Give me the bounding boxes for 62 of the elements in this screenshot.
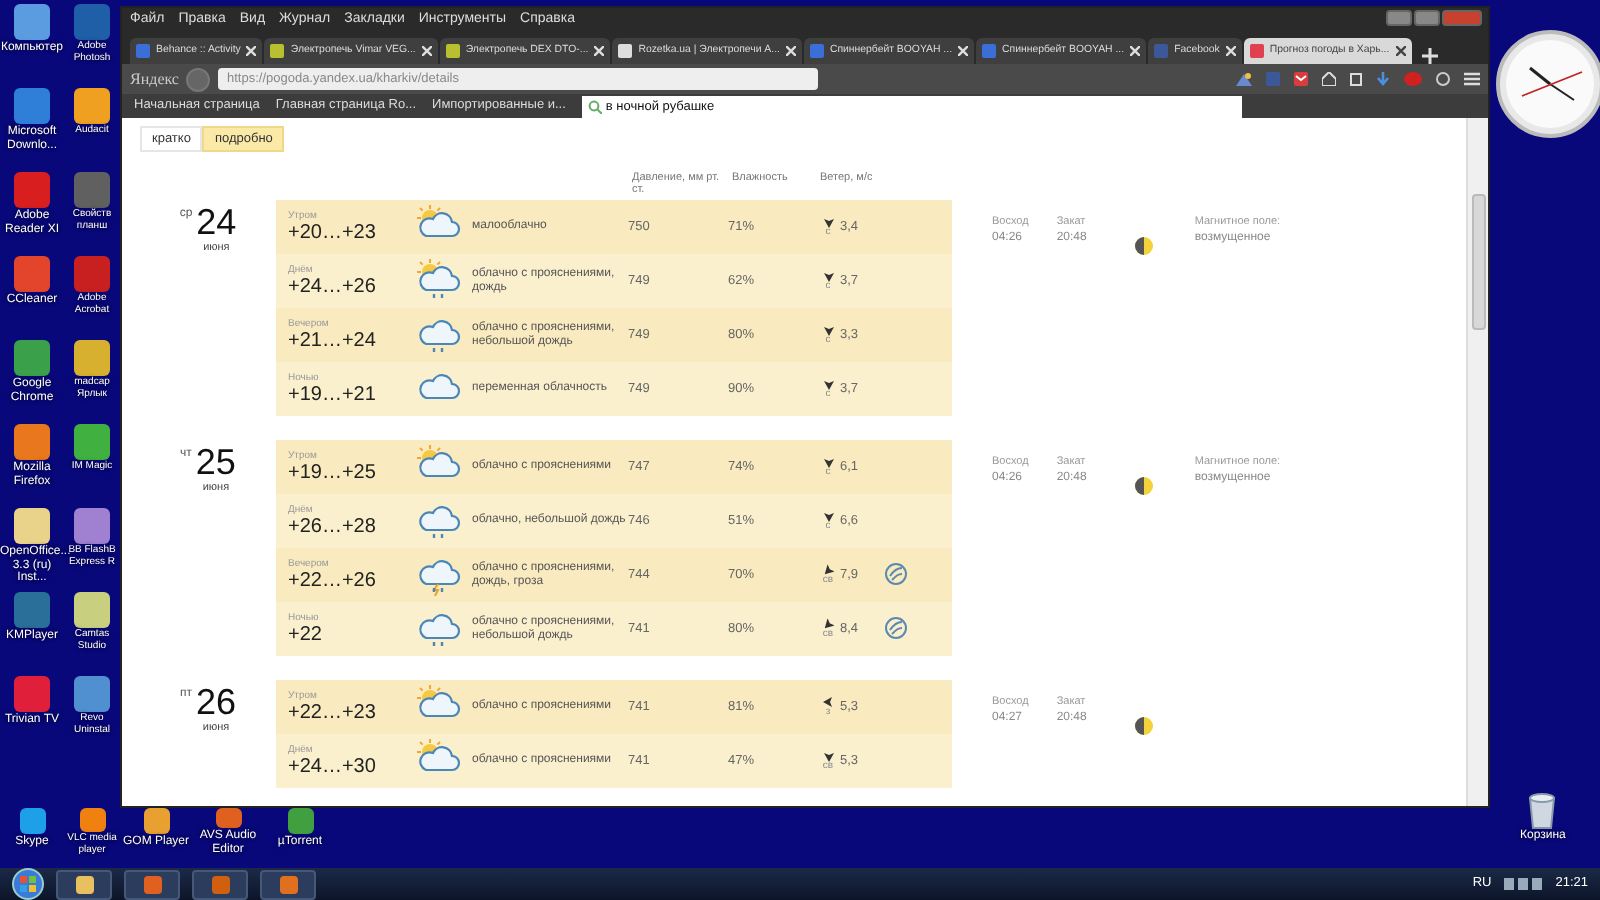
app-icon[interactable] [74, 88, 110, 124]
site-icon [1154, 44, 1169, 58]
app-icon[interactable] [74, 592, 110, 628]
temperature: +22…+26 [288, 570, 378, 592]
close-icon[interactable] [1395, 46, 1406, 56]
app-icon[interactable] [287, 808, 313, 834]
app-icon[interactable] [14, 256, 50, 292]
search-engine-logo: Яндекс [130, 67, 179, 91]
moon-phase-icon [1134, 715, 1155, 736]
plus-icon[interactable] [1421, 48, 1438, 64]
app-icon[interactable] [74, 340, 110, 376]
app-icon[interactable] [14, 340, 50, 376]
tray-icons[interactable] [1503, 876, 1544, 892]
download-icon[interactable] [1376, 72, 1390, 86]
site-icon [270, 44, 285, 58]
start-button[interactable] [12, 868, 44, 900]
app-icon[interactable] [14, 4, 50, 40]
temperature: +20…+23 [288, 222, 378, 244]
temperature: +22…+23 [288, 702, 378, 724]
mail-icon[interactable] [1294, 72, 1308, 86]
app-icon[interactable] [74, 424, 110, 460]
app-icon[interactable] [14, 508, 50, 544]
taskbar-app-button[interactable] [56, 869, 112, 899]
day-number: 25 [195, 446, 236, 480]
sun-cloud-rain-icon [412, 258, 464, 303]
moon-phase-icon [1134, 475, 1155, 496]
menu-icon[interactable] [1464, 72, 1480, 86]
app-icon[interactable] [79, 808, 105, 832]
home-icon[interactable] [1322, 72, 1336, 86]
site-icon [136, 44, 150, 58]
clock-gadget-icon [1494, 28, 1600, 140]
search-icon [587, 99, 602, 113]
app-icon[interactable] [215, 808, 241, 828]
app-icon[interactable] [19, 808, 45, 834]
taskbar-app-button[interactable] [260, 869, 316, 899]
temperature: +24…+30 [288, 756, 378, 778]
app-icon[interactable] [143, 808, 169, 834]
site-icon [809, 44, 824, 58]
recycle-bin-icon[interactable] [1526, 790, 1559, 830]
temperature: +19…+21 [288, 384, 378, 406]
temperature: +19…+25 [288, 462, 378, 484]
temperature: +22 [288, 624, 324, 646]
day-number: 26 [195, 686, 237, 720]
scrollbar-thumb[interactable] [1472, 194, 1486, 330]
temperature: +26…+28 [288, 516, 378, 538]
site-icon [445, 44, 460, 58]
app-icon[interactable] [74, 676, 110, 712]
taskbar-app-button[interactable] [124, 869, 180, 899]
moon-phase-icon [1134, 235, 1155, 256]
taskbar-app-button[interactable] [192, 869, 248, 899]
site-icon [982, 44, 997, 58]
temperature: +21…+24 [288, 330, 378, 352]
maximize-button[interactable] [1414, 10, 1440, 26]
app-icon[interactable] [14, 424, 50, 460]
temperature: +24…+26 [288, 276, 378, 298]
minimize-button[interactable] [1386, 10, 1412, 26]
day-number: 24 [196, 206, 237, 240]
app-icon[interactable] [74, 508, 110, 544]
site-icon [618, 44, 633, 58]
clipboard-icon[interactable] [1350, 72, 1362, 86]
scrollbar[interactable] [1466, 118, 1488, 806]
site-icon [1249, 44, 1264, 58]
